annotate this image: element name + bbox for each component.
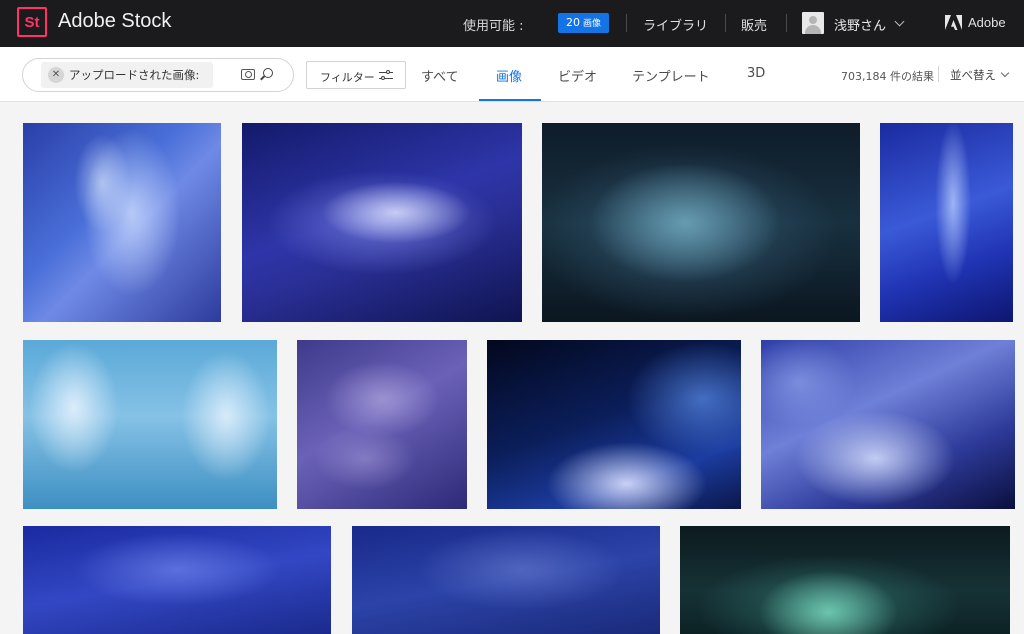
close-icon[interactable]: ✕ — [48, 67, 64, 83]
result-image[interactable] — [761, 340, 1015, 509]
brand-name[interactable]: Adobe Stock — [58, 10, 171, 33]
tab-3d[interactable]: 3D — [747, 66, 765, 81]
credits-unit: 画像 — [583, 19, 602, 29]
adobe-link[interactable]: Adobe — [968, 15, 1006, 30]
result-image[interactable] — [542, 123, 860, 322]
camera-icon[interactable] — [241, 69, 255, 80]
search-icon[interactable] — [263, 68, 273, 78]
tab-templates[interactable]: テンプレート — [632, 66, 710, 85]
chip-label: アップロードされた画像: — [69, 68, 200, 82]
divider — [626, 14, 627, 32]
result-image[interactable] — [23, 123, 221, 322]
top-navigation-bar: St Adobe Stock 使用可能 : 20 画像 ライブラリ 販売 浅野さん… — [0, 0, 1024, 47]
logo-text: St — [24, 13, 40, 31]
result-image[interactable] — [880, 123, 1013, 322]
divider — [938, 66, 939, 82]
chevron-down-icon[interactable] — [1000, 68, 1010, 78]
sliders-icon — [379, 70, 393, 82]
uploaded-image-chip[interactable]: ✕ アップロードされた画像: — [41, 62, 213, 88]
result-image[interactable] — [242, 123, 522, 322]
filter-button[interactable]: フィルター — [306, 61, 406, 89]
adobe-logo-icon — [945, 15, 962, 30]
result-image[interactable] — [680, 526, 1010, 634]
sort-dropdown[interactable]: 並べ替え — [950, 67, 996, 83]
user-avatar[interactable] — [802, 12, 824, 34]
tab-all[interactable]: すべて — [421, 66, 459, 85]
result-image[interactable] — [23, 526, 331, 634]
sell-link[interactable]: 販売 — [741, 15, 767, 34]
divider — [786, 14, 787, 32]
library-link[interactable]: ライブラリ — [643, 15, 708, 34]
available-credits-label: 使用可能 : — [463, 19, 524, 34]
search-box[interactable]: ✕ アップロードされた画像: — [22, 58, 294, 92]
adobe-stock-logo[interactable]: St — [17, 7, 47, 37]
user-menu-name[interactable]: 浅野さん — [834, 15, 886, 34]
result-count: 703,184 件の結果 — [841, 70, 934, 83]
credits-badge[interactable]: 20 画像 — [558, 13, 610, 33]
result-image[interactable] — [487, 340, 741, 509]
tab-images[interactable]: 画像 — [496, 66, 522, 85]
result-image[interactable] — [297, 340, 467, 509]
search-filter-bar: ✕ アップロードされた画像: フィルター すべて 画像 ビデオ テンプレート 3… — [0, 47, 1024, 102]
filter-label: フィルター — [320, 71, 375, 84]
result-image[interactable] — [352, 526, 660, 634]
divider — [725, 14, 726, 32]
result-image[interactable] — [23, 340, 277, 509]
credits-count: 20 — [566, 16, 580, 29]
active-tab-indicator — [479, 99, 541, 101]
chevron-down-icon[interactable] — [894, 16, 905, 27]
tab-video[interactable]: ビデオ — [558, 66, 597, 85]
